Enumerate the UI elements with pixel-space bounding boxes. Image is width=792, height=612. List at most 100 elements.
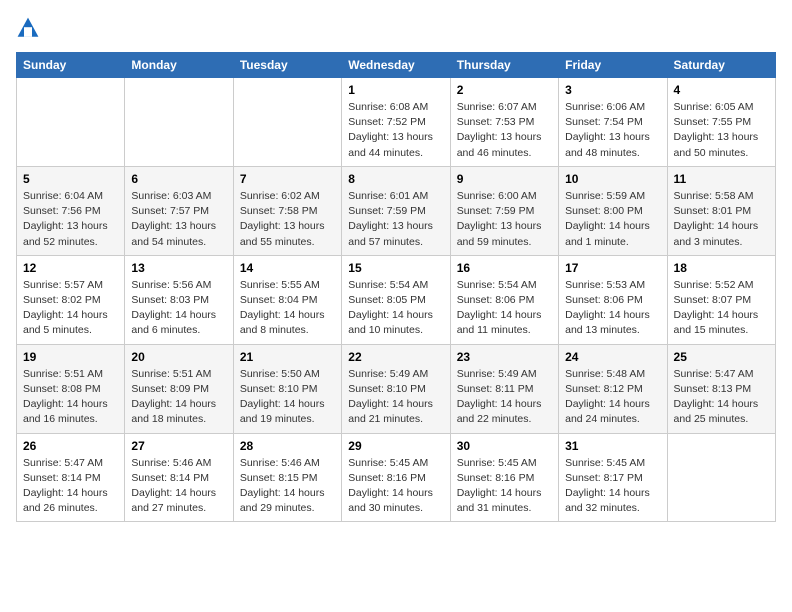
- day-info: Sunrise: 6:00 AMSunset: 7:59 PMDaylight:…: [457, 189, 552, 250]
- day-number: 6: [131, 172, 226, 186]
- day-number: 4: [674, 83, 769, 97]
- calendar-cell: 13 Sunrise: 5:56 AMSunset: 8:03 PMDayligh…: [125, 255, 233, 344]
- calendar-cell: 22 Sunrise: 5:49 AMSunset: 8:10 PMDayligh…: [342, 344, 450, 433]
- day-info: Sunrise: 5:45 AMSunset: 8:17 PMDaylight:…: [565, 456, 660, 517]
- calendar-cell: 28 Sunrise: 5:46 AMSunset: 8:15 PMDayligh…: [233, 433, 341, 522]
- calendar-cell: [233, 78, 341, 167]
- day-number: 10: [565, 172, 660, 186]
- day-info: Sunrise: 5:45 AMSunset: 8:16 PMDaylight:…: [348, 456, 443, 517]
- day-number: 17: [565, 261, 660, 275]
- day-number: 12: [23, 261, 118, 275]
- weekday-header-wednesday: Wednesday: [342, 53, 450, 78]
- day-number: 30: [457, 439, 552, 453]
- day-info: Sunrise: 5:48 AMSunset: 8:12 PMDaylight:…: [565, 367, 660, 428]
- calendar-cell: 30 Sunrise: 5:45 AMSunset: 8:16 PMDayligh…: [450, 433, 558, 522]
- day-number: 2: [457, 83, 552, 97]
- calendar-cell: 8 Sunrise: 6:01 AMSunset: 7:59 PMDaylight…: [342, 166, 450, 255]
- calendar-cell: 14Sunrise: 5:55 AMSunset: 8:04 PMDayligh…: [233, 255, 341, 344]
- weekday-header-thursday: Thursday: [450, 53, 558, 78]
- day-info: Sunrise: 5:46 AMSunset: 8:15 PMDaylight:…: [240, 456, 335, 517]
- calendar-week-row: 12 Sunrise: 5:57 AMSunset: 8:02 PMDayligh…: [17, 255, 776, 344]
- day-info: Sunrise: 6:01 AMSunset: 7:59 PMDaylight:…: [348, 189, 443, 250]
- day-number: 26: [23, 439, 118, 453]
- day-number: 18: [674, 261, 769, 275]
- calendar-cell: [667, 433, 775, 522]
- logo-icon: [16, 16, 40, 40]
- day-info: Sunrise: 6:07 AMSunset: 7:53 PMDaylight:…: [457, 100, 552, 161]
- day-number: 23: [457, 350, 552, 364]
- calendar-cell: 5 Sunrise: 6:04 AMSunset: 7:56 PMDaylight…: [17, 166, 125, 255]
- day-info: Sunrise: 5:59 AMSunset: 8:00 PMDaylight:…: [565, 189, 660, 250]
- day-info: Sunrise: 5:49 AMSunset: 8:10 PMDaylight:…: [348, 367, 443, 428]
- calendar-cell: 2 Sunrise: 6:07 AMSunset: 7:53 PMDaylight…: [450, 78, 558, 167]
- calendar-cell: 26Sunrise: 5:47 AMSunset: 8:14 PMDayligh…: [17, 433, 125, 522]
- calendar-cell: 11Sunrise: 5:58 AMSunset: 8:01 PMDayligh…: [667, 166, 775, 255]
- day-info: Sunrise: 5:49 AMSunset: 8:11 PMDaylight:…: [457, 367, 552, 428]
- day-number: 31: [565, 439, 660, 453]
- calendar-cell: 24 Sunrise: 5:48 AMSunset: 8:12 PMDayligh…: [559, 344, 667, 433]
- day-number: 8: [348, 172, 443, 186]
- calendar-cell: 12 Sunrise: 5:57 AMSunset: 8:02 PMDayligh…: [17, 255, 125, 344]
- calendar-cell: 23 Sunrise: 5:49 AMSunset: 8:11 PMDayligh…: [450, 344, 558, 433]
- day-number: 7: [240, 172, 335, 186]
- calendar-cell: 21 Sunrise: 5:50 AMSunset: 8:10 PMDayligh…: [233, 344, 341, 433]
- calendar-cell: 3 Sunrise: 6:06 AMSunset: 7:54 PMDaylight…: [559, 78, 667, 167]
- weekday-header-tuesday: Tuesday: [233, 53, 341, 78]
- day-number: 21: [240, 350, 335, 364]
- calendar-week-row: 19 Sunrise: 5:51 AMSunset: 8:08 PMDayligh…: [17, 344, 776, 433]
- calendar-cell: 18Sunrise: 5:52 AMSunset: 8:07 PMDayligh…: [667, 255, 775, 344]
- calendar-week-row: 1 Sunrise: 6:08 AMSunset: 7:52 PMDaylight…: [17, 78, 776, 167]
- day-number: 11: [674, 172, 769, 186]
- calendar-cell: [17, 78, 125, 167]
- calendar-cell: [125, 78, 233, 167]
- day-number: 15: [348, 261, 443, 275]
- calendar-cell: 15 Sunrise: 5:54 AMSunset: 8:05 PMDayligh…: [342, 255, 450, 344]
- day-info: Sunrise: 6:08 AMSunset: 7:52 PMDaylight:…: [348, 100, 443, 161]
- day-number: 27: [131, 439, 226, 453]
- calendar-table: SundayMondayTuesdayWednesdayThursdayFrid…: [16, 52, 776, 522]
- day-info: Sunrise: 5:45 AMSunset: 8:16 PMDaylight:…: [457, 456, 552, 517]
- day-number: 20: [131, 350, 226, 364]
- calendar-cell: 7Sunrise: 6:02 AMSunset: 7:58 PMDaylight…: [233, 166, 341, 255]
- day-info: Sunrise: 5:57 AMSunset: 8:02 PMDaylight:…: [23, 278, 118, 339]
- day-number: 13: [131, 261, 226, 275]
- day-number: 22: [348, 350, 443, 364]
- calendar-header-row: SundayMondayTuesdayWednesdayThursdayFrid…: [17, 53, 776, 78]
- calendar-cell: 29Sunrise: 5:45 AMSunset: 8:16 PMDayligh…: [342, 433, 450, 522]
- calendar-cell: 6Sunrise: 6:03 AMSunset: 7:57 PMDaylight…: [125, 166, 233, 255]
- calendar-cell: 16Sunrise: 5:54 AMSunset: 8:06 PMDayligh…: [450, 255, 558, 344]
- day-info: Sunrise: 5:51 AMSunset: 8:08 PMDaylight:…: [23, 367, 118, 428]
- day-info: Sunrise: 5:53 AMSunset: 8:06 PMDaylight:…: [565, 278, 660, 339]
- day-info: Sunrise: 5:50 AMSunset: 8:10 PMDaylight:…: [240, 367, 335, 428]
- calendar-cell: 27 Sunrise: 5:46 AMSunset: 8:14 PMDayligh…: [125, 433, 233, 522]
- day-number: 5: [23, 172, 118, 186]
- calendar-cell: 9 Sunrise: 6:00 AMSunset: 7:59 PMDaylight…: [450, 166, 558, 255]
- calendar-cell: 17 Sunrise: 5:53 AMSunset: 8:06 PMDayligh…: [559, 255, 667, 344]
- day-number: 25: [674, 350, 769, 364]
- day-number: 28: [240, 439, 335, 453]
- day-number: 9: [457, 172, 552, 186]
- day-info: Sunrise: 6:04 AMSunset: 7:56 PMDaylight:…: [23, 189, 118, 250]
- day-info: Sunrise: 6:06 AMSunset: 7:54 PMDaylight:…: [565, 100, 660, 161]
- day-info: Sunrise: 6:05 AMSunset: 7:55 PMDaylight:…: [674, 100, 769, 161]
- weekday-header-monday: Monday: [125, 53, 233, 78]
- calendar-week-row: 26Sunrise: 5:47 AMSunset: 8:14 PMDayligh…: [17, 433, 776, 522]
- day-number: 24: [565, 350, 660, 364]
- day-number: 19: [23, 350, 118, 364]
- day-number: 3: [565, 83, 660, 97]
- day-info: Sunrise: 5:56 AMSunset: 8:03 PMDaylight:…: [131, 278, 226, 339]
- calendar-cell: 25Sunrise: 5:47 AMSunset: 8:13 PMDayligh…: [667, 344, 775, 433]
- weekday-header-friday: Friday: [559, 53, 667, 78]
- calendar-cell: 20 Sunrise: 5:51 AMSunset: 8:09 PMDayligh…: [125, 344, 233, 433]
- day-number: 16: [457, 261, 552, 275]
- page-header: [16, 16, 776, 40]
- calendar-cell: 1 Sunrise: 6:08 AMSunset: 7:52 PMDaylight…: [342, 78, 450, 167]
- day-number: 1: [348, 83, 443, 97]
- day-info: Sunrise: 5:54 AMSunset: 8:05 PMDaylight:…: [348, 278, 443, 339]
- calendar-cell: 10 Sunrise: 5:59 AMSunset: 8:00 PMDayligh…: [559, 166, 667, 255]
- day-info: Sunrise: 5:51 AMSunset: 8:09 PMDaylight:…: [131, 367, 226, 428]
- calendar-week-row: 5 Sunrise: 6:04 AMSunset: 7:56 PMDaylight…: [17, 166, 776, 255]
- weekday-header-sunday: Sunday: [17, 53, 125, 78]
- logo: [16, 16, 44, 40]
- day-info: Sunrise: 5:46 AMSunset: 8:14 PMDaylight:…: [131, 456, 226, 517]
